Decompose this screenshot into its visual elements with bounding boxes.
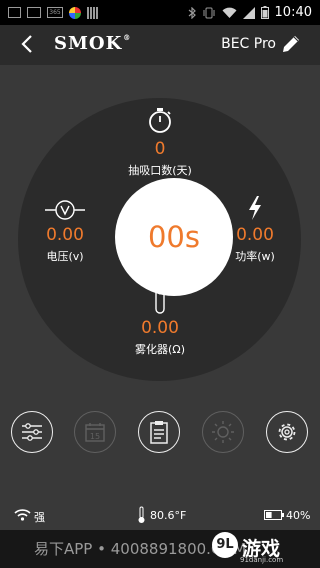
device-battery-icon (264, 510, 284, 520)
atomizer-value: 0.00 (141, 318, 179, 338)
vibrate-icon (203, 7, 215, 18)
connection-signal-icon (14, 509, 31, 521)
notification-icons: 365 (0, 6, 99, 19)
barcode-icon (87, 6, 99, 19)
records-button[interactable] (138, 411, 180, 453)
function-toolbar: 15 (0, 411, 320, 455)
clipboard-icon (150, 421, 168, 444)
voltage-value: 0.00 (46, 225, 84, 245)
watermark-url: 91danji.com (240, 556, 284, 564)
temperature-text: 80.6°F (150, 509, 187, 522)
photo-icon (8, 7, 21, 18)
settings-sliders-button[interactable] (11, 411, 53, 453)
clock: 10:40 (274, 5, 312, 20)
registered-mark: ® (123, 33, 132, 42)
calendar-button[interactable]: 15 (74, 411, 116, 453)
back-arrow-icon[interactable] (20, 33, 36, 55)
thermometer-icon (138, 506, 145, 523)
calendar-day: 15 (90, 432, 100, 441)
brand-name: SMOK (54, 33, 123, 54)
atomizer-label: 雾化器(Ω) (135, 343, 185, 356)
puff-count-block: 0 抽吸口数(天) (120, 107, 200, 178)
lightning-icon (249, 196, 261, 220)
device-status-bar: 强 80.6°F 40% (0, 503, 320, 529)
mail-icon (27, 7, 41, 18)
signal-strength-text: 强 (34, 511, 45, 524)
power-label: 功率(w) (235, 250, 275, 263)
system-indicators: 10:40 (188, 5, 320, 20)
calendar-icon: 15 (85, 423, 105, 442)
voltage-label: 电压(v) (46, 250, 84, 263)
app-365-icon: 365 (47, 7, 63, 18)
atomizer-icon (155, 280, 165, 314)
battery-icon (260, 6, 269, 19)
system-status-bar: 365 10:40 (0, 0, 320, 25)
bluetooth-icon (188, 6, 196, 19)
watermark-mark: 9L (212, 532, 238, 558)
brightness-icon (212, 421, 234, 443)
battery-percent: 40% (286, 509, 311, 522)
fire-timer-value: 00s (147, 220, 200, 254)
wifi-icon (222, 7, 237, 18)
edit-pencil-icon[interactable] (280, 33, 302, 55)
stopwatch-icon (149, 108, 171, 133)
flower-app-icon (69, 6, 81, 19)
signal-icon (242, 6, 255, 19)
brightness-button[interactable] (202, 411, 244, 453)
watermark-logo: 9L 游戏 91danji.com (212, 530, 312, 568)
voltage-block: 0.00 电压(v) (26, 199, 104, 264)
power-block: 0.00 功率(w) (216, 195, 294, 264)
sliders-icon (22, 423, 42, 441)
brand-logo: SMOK® (54, 33, 131, 54)
gear-icon (278, 423, 296, 441)
puff-count-label: 抽吸口数(天) (128, 164, 192, 177)
footer-banner: 易下APP • 4008891800.COM 9L 游戏 91danji.com (0, 530, 320, 568)
device-name: BEC Pro (221, 36, 276, 52)
app-header: SMOK® BEC Pro (0, 25, 320, 65)
puff-count-value: 0 (154, 139, 166, 159)
voltmeter-icon (45, 200, 85, 220)
atomizer-block: 0.00 雾化器(Ω) (112, 280, 208, 357)
settings-button[interactable] (266, 411, 308, 453)
power-value: 0.00 (236, 225, 274, 245)
